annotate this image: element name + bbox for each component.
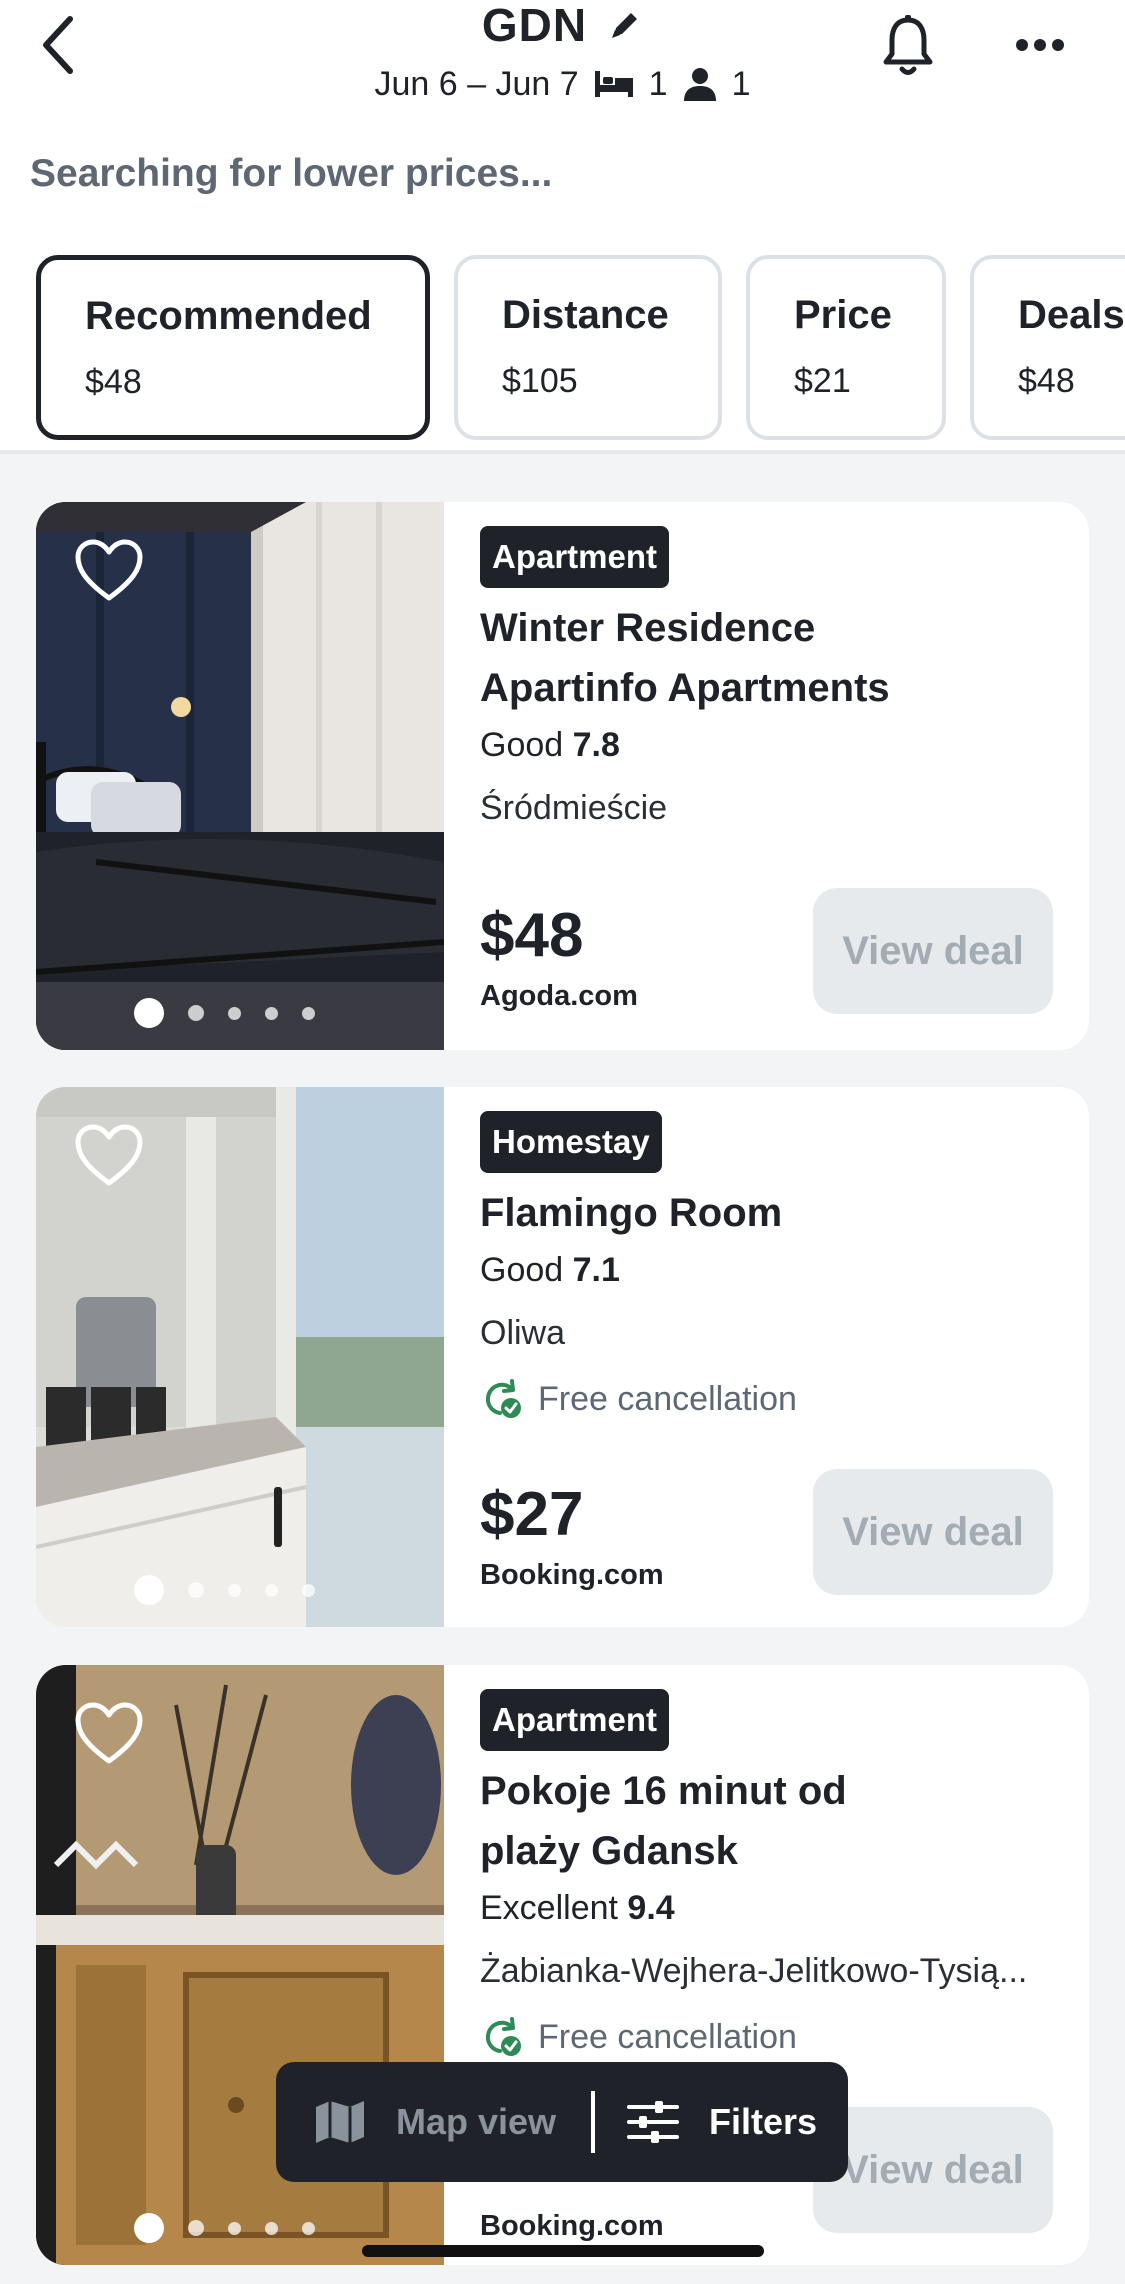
property-type-badge: Apartment [480, 526, 670, 588]
view-deal-button[interactable]: View deal [813, 2107, 1053, 2233]
trip-dates: Jun 6 – Jun 7 [374, 64, 579, 103]
free-cancellation: Free cancellation [480, 2015, 1053, 2059]
bed-icon [593, 69, 635, 99]
price-alert-button[interactable] [870, 8, 945, 83]
heart-icon[interactable] [74, 538, 144, 604]
pencil-icon[interactable] [607, 7, 643, 43]
free-cancellation-label: Free cancellation [538, 1379, 797, 1418]
view-deal-button[interactable]: View deal [813, 1469, 1053, 1595]
heart-icon[interactable] [74, 1123, 144, 1189]
trip-summary[interactable]: Jun 6 – Jun 7 1 1 [0, 62, 1125, 106]
photo-pagination [134, 1575, 315, 1605]
tab-deals[interactable]: Deals $48 [970, 255, 1125, 440]
tab-price: $105 [502, 362, 578, 400]
home-indicator [362, 2245, 764, 2257]
property-type-badge: Apartment [480, 1689, 670, 1751]
listing-name-line: Winter Residence [480, 606, 816, 650]
tab-label: Distance [502, 293, 669, 337]
listing-name-line: plaży Gdansk [480, 1829, 738, 1873]
listing-provider: Booking.com [480, 2210, 664, 2242]
photo-pagination [134, 2213, 315, 2243]
tab-label: Recommended [85, 294, 372, 338]
listing-card[interactable]: Apartment Winter Residence Apartinfo Apa… [36, 502, 1089, 1050]
guest-count: 1 [731, 64, 751, 103]
listing-area: Śródmieście [480, 789, 668, 827]
map-view-button[interactable]: Map view [276, 2099, 591, 2145]
listing-name-line: Pokoje 16 minut od [480, 1769, 847, 1813]
view-deal-button[interactable]: View deal [813, 888, 1053, 1014]
listing-rating: Excellent 9.4 [480, 1889, 675, 1927]
listing-price: $48 [480, 901, 584, 970]
sort-tabs: Recommended $48 Distance $105 Price $21 … [0, 255, 1125, 445]
free-cancellation-label: Free cancellation [538, 2017, 797, 2056]
search-status-text: Searching for lower prices... [30, 152, 553, 195]
listing-name[interactable]: Pokoje 16 minut od plaży Gdansk [480, 1761, 1053, 1881]
refresh-check-icon [485, 1379, 521, 1418]
listing-name[interactable]: Flamingo Room [480, 1183, 1053, 1243]
listing-area: Oliwa [480, 1314, 566, 1352]
map-view-label: Map view [396, 2101, 557, 2142]
listing-area: Żabianka-Wejhera-Jelitkowo-Tysią... [480, 1952, 1028, 1990]
map-icon [316, 2101, 364, 2143]
tab-distance[interactable]: Distance $105 [454, 255, 722, 440]
listing-provider: Agoda.com [480, 980, 638, 1012]
sliders-icon [627, 2101, 679, 2143]
listing-name-line: Apartinfo Apartments [480, 666, 890, 710]
destination-title[interactable]: GDN [482, 0, 587, 52]
heart-icon[interactable] [74, 1701, 144, 1767]
more-horizontal-icon [1016, 39, 1064, 51]
listing-price: $27 [480, 1480, 584, 1549]
listing-rating: Good 7.8 [480, 726, 620, 764]
person-icon [682, 67, 718, 101]
tab-recommended[interactable]: Recommended $48 [36, 255, 430, 440]
tab-label: Deals [1018, 293, 1125, 337]
free-cancellation: Free cancellation [480, 1377, 1053, 1421]
listing-provider: Booking.com [480, 1559, 664, 1591]
tab-price: $21 [794, 362, 851, 400]
tab-price: $48 [1018, 362, 1075, 400]
listing-name-line: Flamingo Room [480, 1191, 783, 1235]
tab-price: $48 [85, 363, 142, 401]
map-filter-bar: Map view Filters [276, 2062, 848, 2182]
tab-label: Price [794, 293, 892, 337]
filters-label: Filters [709, 2101, 818, 2142]
refresh-check-icon [485, 2017, 521, 2056]
listing-photo[interactable] [36, 1087, 444, 1627]
more-options-button[interactable] [1000, 10, 1080, 80]
tab-price[interactable]: Price $21 [746, 255, 946, 440]
room-count: 1 [648, 64, 668, 103]
photo-pagination [134, 998, 315, 1028]
listing-photo[interactable] [36, 502, 444, 1050]
bell-icon [883, 14, 932, 75]
listing-card[interactable]: Homestay Flamingo Room Good 7.1 Oliwa Fr… [36, 1087, 1089, 1627]
property-type-badge: Homestay [480, 1111, 662, 1173]
top-bar: GDN Jun 6 – Jun 7 1 1 [0, 0, 1125, 125]
listing-rating: Good 7.1 [480, 1251, 620, 1289]
filters-button[interactable]: Filters [595, 2099, 817, 2145]
listing-name[interactable]: Winter Residence Apartinfo Apartments [480, 598, 1053, 718]
